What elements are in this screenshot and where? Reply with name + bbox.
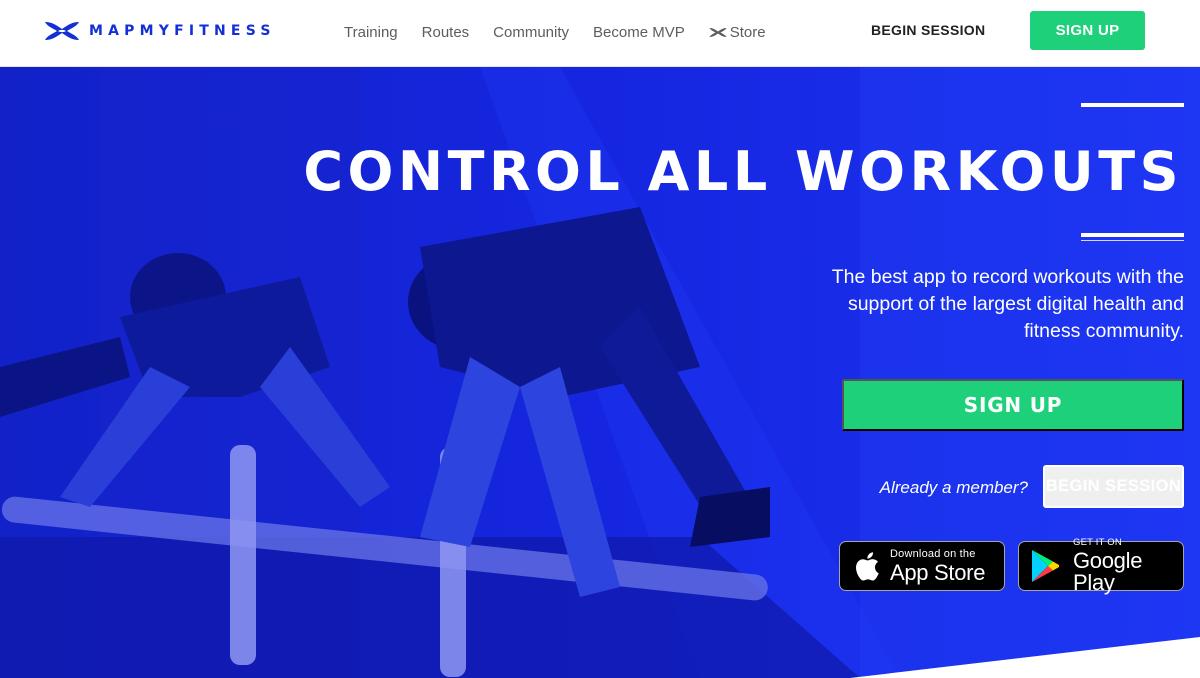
hero-section: CONTROL ALL WORKOUTS The best app to rec… (0, 67, 1200, 678)
hero-begin-session-button[interactable]: BEGIN SESSION (1043, 465, 1184, 508)
headline-bottom-rule (1081, 233, 1184, 241)
hero-subtitle: The best app to record workouts with the… (831, 266, 1184, 342)
logo[interactable]: MAPMYFITNESS (44, 19, 276, 43)
main-nav: Training Routes Community Become MVP Sto… (344, 22, 790, 42)
hero-sign-up-button[interactable]: SIGN UP (842, 379, 1184, 431)
app-store-badge-small: Download on the (890, 547, 976, 560)
nav-training[interactable]: Training (344, 24, 398, 41)
hero-headline: CONTROL ALL WORKOUTS (303, 140, 1183, 203)
google-play-icon (1032, 550, 1059, 582)
nav-community[interactable]: Community (493, 24, 569, 41)
app-store-badge-text: Download on the App Store (890, 547, 986, 585)
google-play-badge-small: GET IT ON (1073, 537, 1122, 549)
nav-routes[interactable]: Routes (422, 24, 470, 41)
begin-session-link[interactable]: BEGIN SESSION (871, 22, 985, 38)
nav-store-label: Store (729, 23, 766, 41)
app-store-badge-big: App Store (890, 559, 986, 585)
apple-icon (856, 552, 879, 581)
nav-become-mvp[interactable]: Become MVP (593, 24, 685, 41)
google-play-badge-big: Google Play (1073, 547, 1143, 595)
google-play-badge[interactable]: GET IT ON Google Play (1018, 538, 1184, 594)
header-sign-up-button[interactable]: SIGN UP (1030, 11, 1145, 50)
under-armour-logo-icon (45, 22, 79, 40)
app-store-badge[interactable]: Download on the App Store (839, 541, 1005, 591)
brand-name: MAPMYFITNESS (89, 23, 276, 39)
headline-top-rule (1081, 103, 1184, 107)
google-play-badge-text: GET IT ON Google Play (1073, 538, 1183, 594)
already-member-text: Already a member? (879, 478, 1028, 497)
under-armour-icon (709, 27, 727, 37)
nav-store[interactable]: Store (709, 24, 766, 41)
site-header: MAPMYFITNESS Training Routes Community B… (0, 0, 1200, 67)
